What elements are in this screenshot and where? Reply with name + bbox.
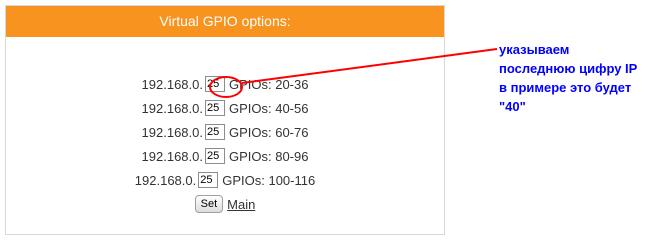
annotation-text: указываем последнюю цифру IP в примере э… (499, 42, 638, 114)
gpio-range-label: GPIOs: 20-36 (228, 76, 309, 92)
gpio-range-label: GPIOs: 60-76 (228, 124, 309, 140)
gpio-range-label: GPIOs: 100-116 (222, 172, 316, 188)
ip-prefix-label: 192.168.0. (141, 76, 203, 92)
ip-last-octet-input[interactable] (198, 172, 219, 188)
form-actions: Set Main (6, 192, 444, 216)
ip-prefix-label: 192.168.0. (134, 172, 197, 188)
ip-prefix-label: 192.168.0. (141, 148, 203, 164)
panel-title: Virtual GPIO options: (6, 6, 444, 37)
gpio-row: 192.168.0. GPIOs: 100-116 (6, 168, 444, 192)
ip-last-octet-input[interactable] (204, 148, 225, 164)
ip-last-octet-input[interactable] (204, 76, 225, 92)
set-button[interactable]: Set (194, 195, 224, 213)
gpio-range-label: GPIOs: 80-96 (228, 148, 309, 164)
gpio-row: 192.168.0. GPIOs: 60-76 (6, 120, 444, 144)
gpio-range-label: GPIOs: 40-56 (228, 100, 309, 116)
ip-last-octet-input[interactable] (204, 100, 225, 116)
gpio-row: 192.168.0. GPIOs: 20-36 (6, 72, 444, 96)
gpio-row: 192.168.0. GPIOs: 80-96 (6, 144, 444, 168)
gpio-row: 192.168.0. GPIOs: 40-56 (6, 96, 444, 120)
gpio-rows: 192.168.0. GPIOs: 20-36 192.168.0. GPIOs… (6, 72, 444, 216)
ip-last-octet-input[interactable] (204, 124, 225, 140)
ip-prefix-label: 192.168.0. (141, 100, 203, 116)
main-link[interactable]: Main (227, 197, 255, 212)
gpio-options-panel: Virtual GPIO options: 192.168.0. GPIOs: … (5, 5, 445, 235)
ip-prefix-label: 192.168.0. (141, 124, 203, 140)
